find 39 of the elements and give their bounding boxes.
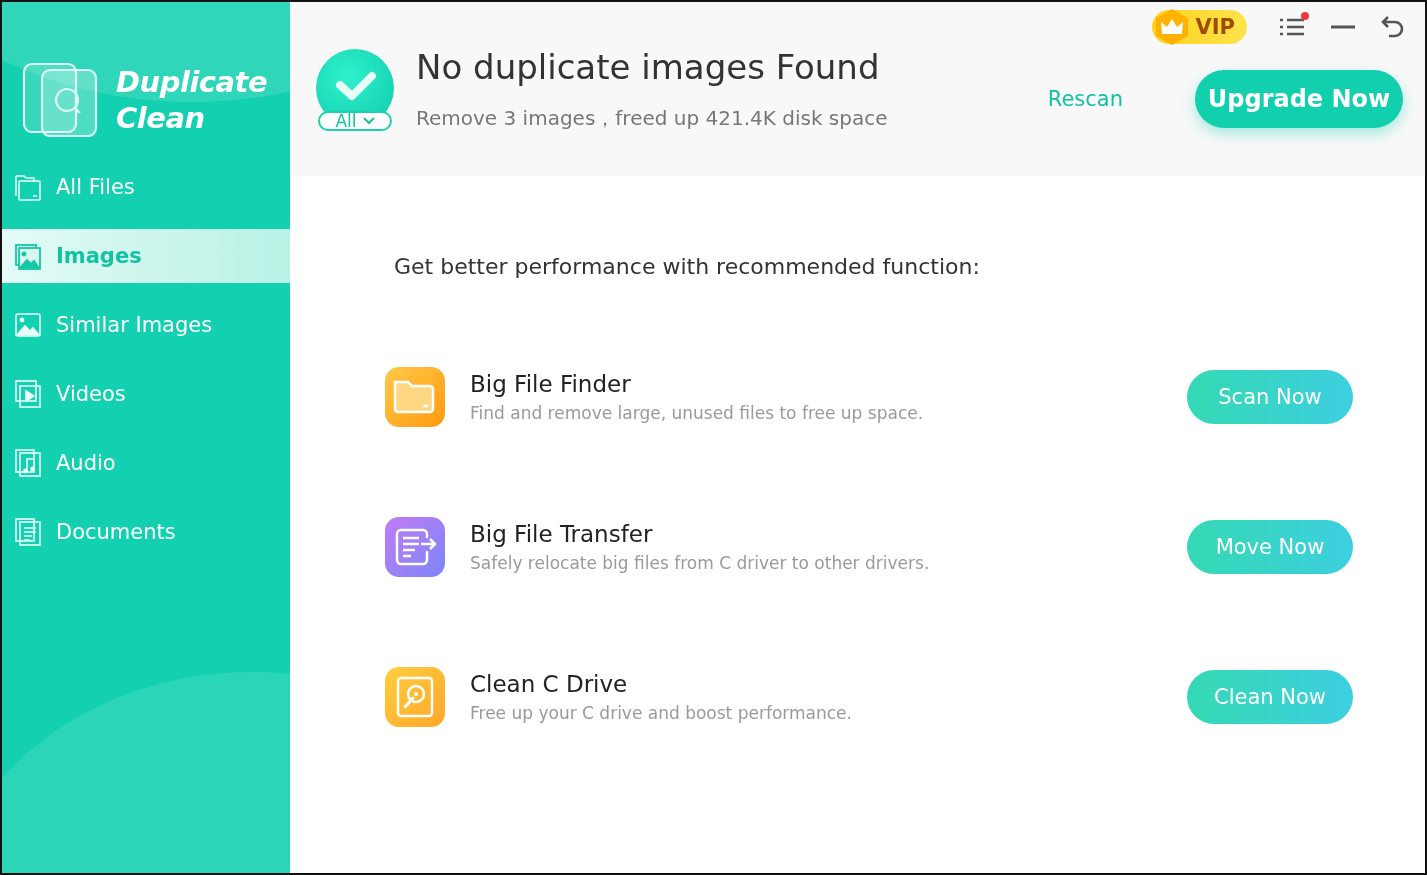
recommend-heading: Get better performance with recommended function: [393,253,980,281]
chevron-down-icon [362,117,375,125]
feature-title: Big File Finder [470,371,631,397]
filter-dropdown[interactable]: All [318,111,392,131]
result-summary: Remove 3 images，freed up 421.4K disk space [416,104,888,132]
minimize-button[interactable] [1331,25,1355,29]
back-button[interactable] [1381,15,1405,39]
menu-icon [1279,16,1305,38]
folder-icon [14,172,42,202]
upgrade-button[interactable]: Upgrade Now [1195,70,1403,128]
logo-icon [22,62,98,138]
image-icon [14,241,42,271]
app-name: Duplicate Clean [116,64,268,136]
music-note-icon [14,448,42,478]
minimize-icon [1331,25,1355,29]
checkmark-icon [335,71,377,101]
document-icon [14,517,42,547]
hard-drive-icon [385,667,445,727]
action-button[interactable]: Scan Now [1187,370,1353,424]
feature-description: Safely relocate big files from C driver to other drivers. [470,553,930,573]
feature-description: Find and remove large, unused files to free up space. [470,403,924,423]
rescan-link[interactable]: Rescan [1047,87,1123,111]
undo-arrow-icon [1381,15,1405,39]
sidebar-item[interactable]: Videos [2,367,290,421]
feature-title: Clean C Drive [470,671,628,697]
action-button[interactable]: Move Now [1187,520,1353,574]
feature-title: Big File Transfer [470,521,653,547]
image-icon [14,310,42,340]
sidebar-item[interactable]: Documents [2,505,290,559]
sidebar-item[interactable]: Images [2,229,290,283]
result-title: No duplicate images Found [416,46,880,87]
action-button[interactable]: Clean Now [1187,670,1353,724]
vip-button[interactable]: VIP [1151,10,1247,44]
sidebar-item[interactable]: Audio [2,436,290,490]
sidebar-item[interactable]: All Files [2,160,290,214]
sidebar-item[interactable]: Similar Images [2,298,290,352]
folder-icon [385,367,445,427]
feature-description: Free up your C drive and boost performance. [470,703,852,723]
video-icon [14,379,42,409]
